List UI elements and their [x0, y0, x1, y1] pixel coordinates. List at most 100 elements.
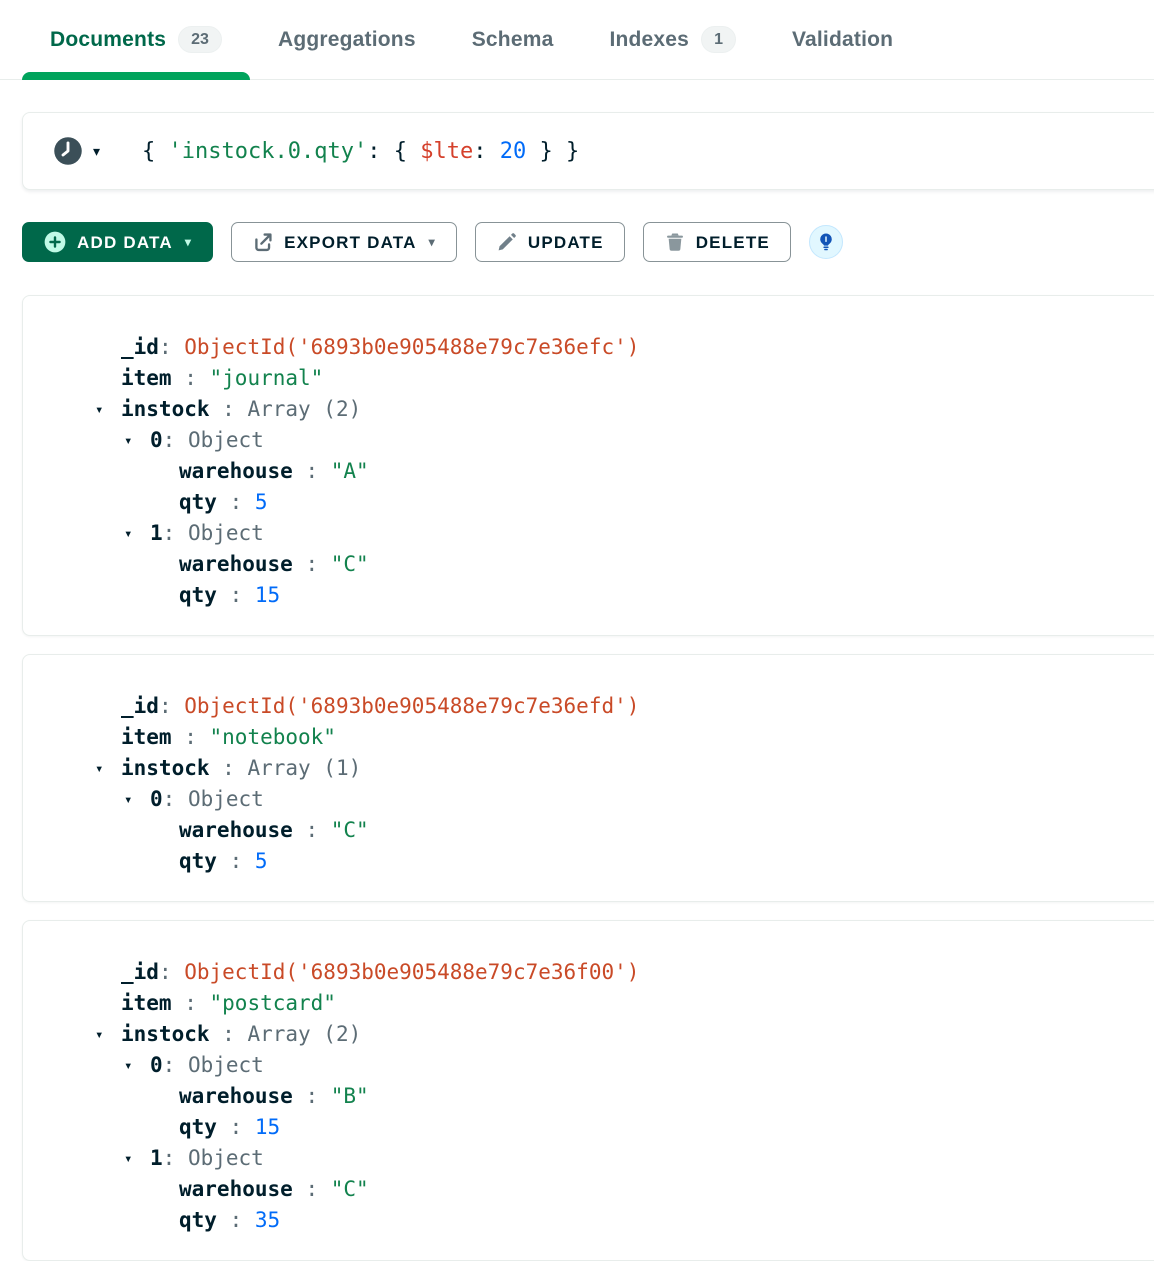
field-key: qty: [179, 1208, 217, 1232]
field-separator: :: [159, 694, 184, 718]
query-token-punct: } }: [526, 139, 579, 164]
tab-count-badge: 23: [178, 26, 222, 53]
query-token-punct: :: [367, 139, 394, 164]
chevron-down-icon: ▾: [429, 236, 436, 248]
field-key: instock: [121, 756, 210, 780]
field-value-objectid: ObjectId('6893b0e905488e79c7e36f00'): [184, 960, 639, 984]
collapse-caret-icon[interactable]: ▾: [124, 1051, 132, 1082]
field-value-string: "C": [331, 818, 369, 842]
field-value-string: "notebook": [210, 725, 336, 749]
tab-indexes[interactable]: Indexes1: [581, 0, 764, 79]
field-value-objectid: ObjectId('6893b0e905488e79c7e36efc'): [184, 335, 639, 359]
collapse-caret-icon[interactable]: ▾: [95, 1020, 103, 1051]
add-data-button[interactable]: ADD DATA ▾: [22, 222, 213, 262]
field-value-number: 35: [255, 1208, 280, 1232]
field-key: warehouse: [179, 1084, 293, 1108]
field-key: warehouse: [179, 459, 293, 483]
document-field-row: ▾0: Object: [23, 784, 1154, 815]
field-key: qty: [179, 490, 217, 514]
collapse-caret-icon[interactable]: ▾: [95, 395, 103, 426]
collapse-caret-icon[interactable]: ▾: [124, 1144, 132, 1175]
field-key: 1: [150, 521, 163, 545]
chevron-down-icon: ▾: [185, 236, 192, 248]
field-key: 1: [150, 1146, 163, 1170]
field-value-meta: Array (2): [247, 397, 361, 421]
collapse-caret-icon[interactable]: ▾: [124, 785, 132, 816]
field-value-number: 5: [255, 849, 268, 873]
field-key: 0: [150, 1053, 163, 1077]
field-separator: :: [163, 1146, 188, 1170]
document-field-row: _id: ObjectId('6893b0e905488e79c7e36f00'…: [23, 957, 1154, 988]
document-card[interactable]: _id: ObjectId('6893b0e905488e79c7e36efc'…: [22, 295, 1154, 636]
clock-icon: [53, 136, 83, 166]
update-label: UPDATE: [528, 234, 604, 251]
document-field-row: qty : 15: [23, 580, 1154, 611]
field-separator: :: [293, 552, 331, 576]
update-button[interactable]: UPDATE: [475, 222, 625, 262]
tab-schema[interactable]: Schema: [444, 0, 582, 79]
query-history-button[interactable]: ▾: [53, 136, 100, 166]
active-tab-indicator: [22, 72, 250, 80]
field-key: warehouse: [179, 1177, 293, 1201]
tab-documents[interactable]: Documents23: [22, 0, 250, 79]
field-value-objectid: ObjectId('6893b0e905488e79c7e36efd'): [184, 694, 639, 718]
document-field-row: item : "journal": [23, 363, 1154, 394]
document-field-row: qty : 35: [23, 1205, 1154, 1236]
document-field-row: ▾ instock : Array (2): [23, 1019, 1154, 1050]
field-value-string: "C": [331, 552, 369, 576]
delete-button[interactable]: DELETE: [643, 222, 791, 262]
field-separator: :: [163, 787, 188, 811]
collection-tabs: Documents23 Aggregations SchemaIndexes1Val…: [22, 0, 1154, 79]
field-key: qty: [179, 849, 217, 873]
field-value-meta: Array (2): [247, 1022, 361, 1046]
field-key: 0: [150, 787, 163, 811]
collapse-caret-icon[interactable]: ▾: [124, 426, 132, 457]
document-field-row: warehouse : "C": [23, 1174, 1154, 1205]
field-key: item: [121, 366, 172, 390]
tab-validation[interactable]: Validation: [764, 0, 921, 79]
field-separator: :: [293, 459, 331, 483]
field-key: _id: [121, 694, 159, 718]
field-key: qty: [179, 583, 217, 607]
collapse-caret-icon[interactable]: ▾: [124, 519, 132, 550]
field-value-meta: Object: [188, 521, 264, 545]
export-icon: [252, 231, 274, 253]
field-value-number: 15: [255, 583, 280, 607]
field-separator: :: [217, 1115, 255, 1139]
field-separator: :: [210, 397, 248, 421]
add-data-label: ADD DATA: [77, 234, 173, 251]
field-separator: :: [163, 428, 188, 452]
field-separator: :: [210, 1022, 248, 1046]
delete-label: DELETE: [696, 234, 770, 251]
field-key: item: [121, 725, 172, 749]
document-card[interactable]: _id: ObjectId('6893b0e905488e79c7e36efd'…: [22, 654, 1154, 902]
field-value-string: "postcard": [210, 991, 336, 1015]
field-key: item: [121, 991, 172, 1015]
performance-insights-button[interactable]: [809, 225, 843, 259]
field-separator: :: [210, 756, 248, 780]
document-field-row: qty : 5: [23, 846, 1154, 877]
document-field-row: qty : 5: [23, 487, 1154, 518]
field-key: _id: [121, 335, 159, 359]
filter-input[interactable]: { 'instock.0.qty': { $lte: 20 } }: [142, 139, 579, 164]
export-data-button[interactable]: EXPORT DATA ▾: [231, 222, 457, 262]
tab-aggregations[interactable]: Aggregations: [250, 0, 444, 79]
query-bar[interactable]: ▾ { 'instock.0.qty': { $lte: 20 } }: [22, 112, 1154, 190]
field-value-number: 15: [255, 1115, 280, 1139]
document-field-row: ▾instock : Array (1): [23, 753, 1154, 784]
tab-label: Aggregations: [278, 28, 416, 52]
field-value-string: "A": [331, 459, 369, 483]
field-key: instock: [121, 1022, 210, 1046]
export-data-label: EXPORT DATA: [284, 234, 417, 251]
field-separator: :: [293, 1084, 331, 1108]
field-value-string: "B": [331, 1084, 369, 1108]
document-card[interactable]: _id: ObjectId('6893b0e905488e79c7e36f00'…: [22, 920, 1154, 1261]
crud-toolbar: ADD DATA ▾ EXPORT DATA ▾ UPDATE: [22, 222, 1154, 262]
document-field-row: warehouse : "C": [23, 549, 1154, 580]
field-key: _id: [121, 960, 159, 984]
collapse-caret-icon[interactable]: ▾: [95, 754, 103, 785]
field-separator: :: [217, 1208, 255, 1232]
document-list: _id: ObjectId('6893b0e905488e79c7e36efc'…: [22, 295, 1154, 1261]
field-separator: :: [163, 1053, 188, 1077]
field-separator: :: [293, 818, 331, 842]
